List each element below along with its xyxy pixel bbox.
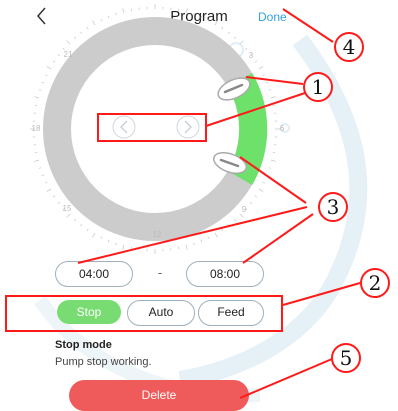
- dial-hour-label: 3: [249, 51, 254, 60]
- dial-hour-label: 6: [280, 124, 285, 133]
- dial-tick: [115, 242, 117, 246]
- dial-tick: [52, 60, 56, 63]
- end-time-field[interactable]: 08:00: [186, 261, 264, 287]
- callout-number-2: 2: [360, 268, 390, 298]
- dial-tick: [92, 232, 96, 238]
- dial-tick: [86, 228, 89, 232]
- dial-tick: [221, 26, 224, 30]
- dial-tick: [80, 31, 83, 35]
- dial-hour-label: 18: [32, 124, 41, 133]
- time-separator: -: [157, 265, 163, 280]
- dial-hour-label: 21: [64, 50, 73, 59]
- dial-tick: [46, 188, 52, 192]
- dial-tick: [38, 89, 42, 91]
- dial-tick: [185, 8, 188, 14]
- dial-tick: [115, 12, 117, 16]
- start-time-field[interactable]: 04:00: [55, 261, 133, 287]
- dial-tick: [66, 213, 71, 218]
- dial-tick: [92, 20, 96, 26]
- dial-tick: [122, 244, 125, 250]
- mode-description: Pump stop working.: [55, 356, 152, 368]
- dial-tick: [41, 174, 45, 177]
- dial-tick: [38, 167, 42, 169]
- dial-tick: [268, 167, 272, 169]
- dial-tick: [233, 218, 237, 222]
- dial-tick: [41, 81, 45, 84]
- callout-number-1: 1: [303, 72, 333, 102]
- dial-tick: [57, 54, 61, 57]
- annotation-box-modes: [5, 295, 283, 332]
- dial-tick: [227, 223, 230, 227]
- dial-tick: [254, 195, 258, 198]
- callout-number-5: 5: [331, 343, 361, 373]
- dial-hour-label: 12: [153, 230, 162, 239]
- dial-tick: [66, 40, 71, 45]
- dial-tick: [268, 89, 272, 91]
- dial-tick: [265, 174, 269, 177]
- dial-tick: [249, 201, 253, 204]
- dial-tick: [227, 31, 230, 35]
- dial-tick: [107, 15, 110, 19]
- dial-tick: [221, 228, 224, 232]
- dial-tick: [107, 239, 110, 243]
- dial-tick: [57, 201, 61, 204]
- dial-tick: [52, 195, 56, 198]
- delete-button[interactable]: Delete: [69, 380, 249, 411]
- dial-tick: [258, 66, 264, 70]
- mode-title: Stop mode: [55, 339, 112, 351]
- dial-tick: [34, 159, 40, 162]
- dial-tick: [86, 26, 89, 30]
- dial-tick: [270, 159, 276, 162]
- dial-tick: [262, 74, 266, 77]
- dial-tick: [73, 218, 77, 222]
- dial-tick: [233, 36, 237, 40]
- dial-tick: [122, 8, 125, 14]
- dial-tick: [214, 20, 218, 26]
- dial-tick: [214, 232, 218, 238]
- dial-tick: [100, 18, 103, 22]
- dial-tick: [262, 181, 266, 184]
- dial-hour-label: 9: [242, 205, 247, 214]
- dial-hour-label: 15: [63, 204, 72, 213]
- dial-tick: [185, 244, 188, 250]
- dial-tick: [193, 242, 195, 246]
- dial-tick: [200, 15, 203, 19]
- dial-tick: [34, 96, 40, 99]
- dial-tick: [244, 47, 248, 51]
- dial-tick: [239, 213, 244, 218]
- dial-tick: [44, 181, 48, 184]
- dial-tick: [270, 96, 276, 99]
- dial-tick: [80, 223, 83, 227]
- dial-tick: [200, 239, 203, 243]
- dial-tick: [44, 74, 48, 77]
- annotation-box-arrows: [97, 113, 207, 142]
- dial-tick: [254, 60, 258, 63]
- dial-tick: [207, 236, 210, 240]
- callout-number-4: 4: [334, 32, 364, 62]
- dial-tick: [239, 40, 244, 45]
- dial-tick: [46, 66, 52, 70]
- dial-tick: [100, 236, 103, 240]
- dial-tick: [258, 188, 264, 192]
- dial-tick: [265, 81, 269, 84]
- dial-tick: [207, 18, 210, 22]
- dial-tick: [193, 12, 195, 16]
- dial-tick: [73, 36, 77, 40]
- callout-number-3: 3: [318, 192, 348, 222]
